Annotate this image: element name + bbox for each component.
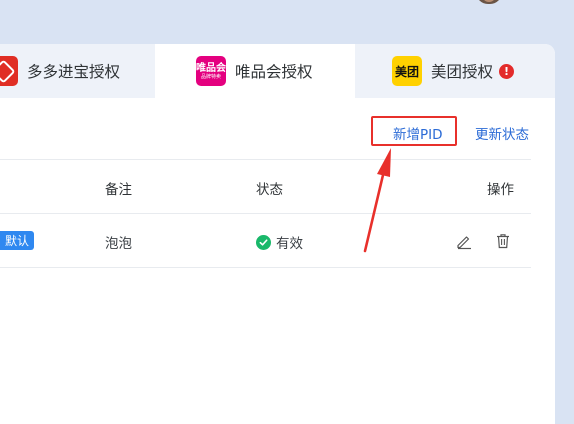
highlight-box: [371, 116, 457, 146]
vipshop-logo-icon: 唯品会 品牌特卖: [196, 56, 226, 86]
divider: [0, 213, 531, 214]
pencil-icon[interactable]: [455, 232, 473, 250]
divider: [0, 267, 531, 268]
tab-pinduoduo[interactable]: 多多进宝授权: [0, 44, 155, 98]
pinduoduo-logo-icon: [0, 56, 18, 86]
remark-cell: 泡泡: [105, 236, 132, 252]
meituan-logo-icon: 美团: [392, 56, 422, 86]
tab-label: 美团授权: [431, 63, 494, 81]
column-header-remark: 备注: [105, 182, 132, 198]
trash-icon[interactable]: [494, 232, 512, 250]
tab-label: 多多进宝授权: [27, 63, 121, 81]
tab-label: 唯品会授权: [235, 63, 313, 81]
status-cell: 有效: [256, 232, 303, 252]
divider: [0, 159, 531, 160]
column-header-status: 状态: [256, 182, 283, 198]
default-badge: 默认: [0, 231, 34, 250]
exclamation-icon: !: [499, 63, 515, 79]
status-text: 有效: [276, 236, 303, 252]
tab-vipshop[interactable]: 唯品会 品牌特卖 唯品会授权: [155, 44, 355, 98]
column-header-operation: 操作: [487, 182, 514, 198]
check-circle-icon: [256, 234, 271, 250]
avatar[interactable]: [476, 0, 502, 4]
tab-bar: 多多进宝授权 唯品会 品牌特卖 唯品会授权 美团 美团授权 !: [0, 44, 555, 98]
tab-meituan[interactable]: 美团 美团授权 !: [355, 44, 555, 98]
refresh-status-button[interactable]: 更新状态: [475, 123, 529, 143]
